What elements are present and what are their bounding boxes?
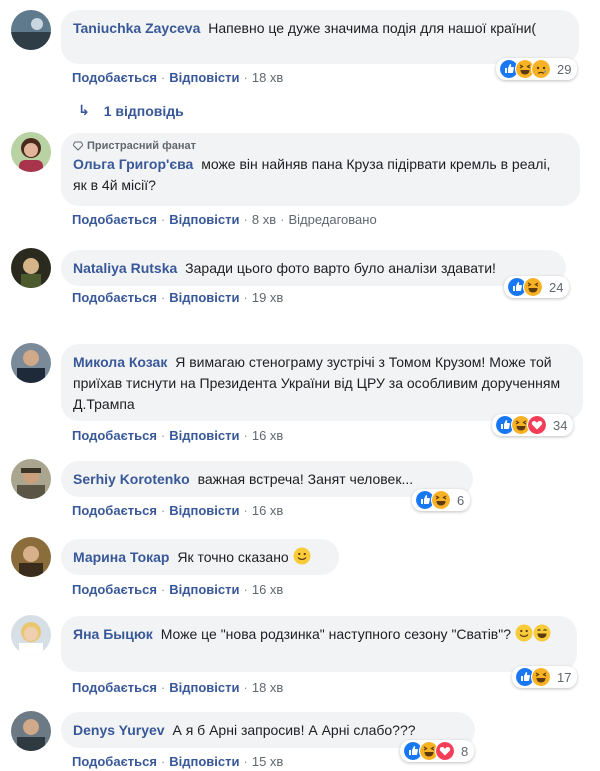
- reaction-summary[interactable]: 6: [412, 489, 471, 511]
- haha-reaction-icon: [531, 667, 551, 687]
- comment-author[interactable]: Микола Козак: [73, 354, 167, 370]
- reaction-count: 24: [549, 279, 564, 295]
- comment-actions: Подобається · Відповісти · 16 хв: [72, 582, 284, 597]
- edited-label[interactable]: Відредаговано: [288, 212, 376, 227]
- comment-text: Як точно сказано: [177, 549, 289, 565]
- reaction-count: 29: [557, 61, 572, 77]
- comment-bubble: Nataliya Rutska Заради цього фото варто …: [61, 250, 566, 286]
- comment-actions: Подобається · Відповісти · 18 хв: [72, 680, 284, 695]
- avatar[interactable]: [11, 132, 51, 172]
- reply-button[interactable]: Відповісти: [169, 290, 239, 305]
- reaction-summary[interactable]: 29: [496, 58, 578, 80]
- comment-actions: Подобається · Відповісти · 16 хв: [72, 503, 284, 518]
- reply-button[interactable]: Відповісти: [169, 680, 239, 695]
- reaction-count: 6: [457, 492, 465, 508]
- reply-button[interactable]: Відповісти: [169, 70, 239, 85]
- like-button[interactable]: Подобається: [72, 290, 157, 305]
- haha-reaction-icon: [431, 490, 451, 510]
- reaction-summary[interactable]: 8: [400, 740, 475, 762]
- timestamp[interactable]: 15 хв: [252, 754, 283, 769]
- comment-bubble: Taniuchka Zayceva Напевно це дуже значим…: [61, 10, 579, 64]
- like-button[interactable]: Подобається: [72, 754, 157, 769]
- comment-text: А я б Арні запросив! А Арні слабо???: [172, 722, 416, 738]
- reply-button[interactable]: Відповісти: [169, 503, 239, 518]
- avatar[interactable]: [11, 10, 51, 50]
- laugh-emoji-icon: [533, 624, 551, 642]
- reaction-count: 17: [557, 669, 572, 685]
- avatar[interactable]: [11, 343, 51, 383]
- timestamp[interactable]: 8 хв: [252, 212, 276, 227]
- comment-author[interactable]: Nataliya Rutska: [73, 260, 177, 276]
- timestamp[interactable]: 16 хв: [252, 503, 283, 518]
- avatar[interactable]: [11, 537, 51, 577]
- comment-text: Заради цього фото варто було аналізи зда…: [185, 260, 496, 276]
- love-reaction-icon: [527, 415, 547, 435]
- reply-arrow-icon: ↳: [78, 102, 90, 118]
- comment-author[interactable]: Serhiy Korotenko: [73, 471, 190, 487]
- comment-author[interactable]: Яна Быцюк: [73, 626, 153, 642]
- comment-author[interactable]: Марина Токар: [73, 549, 169, 565]
- smile-emoji-icon: [293, 547, 311, 565]
- comment-author[interactable]: Denys Yuryev: [73, 722, 165, 738]
- comment-text: Напевно це дуже значима подія для нашої …: [208, 20, 537, 36]
- diamond-icon: [73, 141, 83, 151]
- reaction-summary[interactable]: 24: [504, 276, 570, 298]
- reply-button[interactable]: Відповісти: [169, 428, 239, 443]
- comment-bubble: Serhiy Korotenko важная встреча! Занят ч…: [61, 461, 473, 497]
- like-button[interactable]: Подобається: [72, 70, 157, 85]
- like-button[interactable]: Подобається: [72, 503, 157, 518]
- love-reaction-icon: [435, 741, 455, 761]
- comment-actions: Подобається · Відповісти · 15 хв: [72, 754, 284, 769]
- comment-actions: Подобається · Відповісти · 8 хв · Відредагован…: [72, 212, 377, 227]
- timestamp[interactable]: 19 хв: [252, 290, 283, 305]
- comment-bubble: Пристрасний фанат Ольга Григор'єва може …: [61, 133, 580, 206]
- fan-badge: Пристрасний фанат: [73, 139, 568, 153]
- comment-bubble: Марина Токар Як точно сказано: [61, 539, 339, 575]
- comment-actions: Подобається · Відповісти · 19 хв: [72, 290, 284, 305]
- sad-reaction-icon: [531, 59, 551, 79]
- haha-reaction-icon: [523, 277, 543, 297]
- timestamp[interactable]: 16 хв: [252, 428, 283, 443]
- fan-badge-label: Пристрасний фанат: [87, 140, 196, 152]
- reaction-count: 34: [553, 417, 568, 433]
- avatar[interactable]: [11, 248, 51, 288]
- smile-emoji-icon: [515, 624, 533, 642]
- like-button[interactable]: Подобається: [72, 680, 157, 695]
- comment-bubble: Микола Козак Я вимагаю стенограму зустрі…: [61, 344, 583, 421]
- reply-button[interactable]: Відповісти: [169, 582, 239, 597]
- timestamp[interactable]: 16 хв: [252, 582, 283, 597]
- comment-actions: Подобається · Відповісти · 18 хв: [72, 70, 284, 85]
- reaction-summary[interactable]: 34: [492, 414, 574, 436]
- comment-text: Може це "нова родзинка" наступного сезон…: [160, 626, 512, 642]
- comment-actions: Подобається · Відповісти · 16 хв: [72, 428, 284, 443]
- like-button[interactable]: Подобається: [72, 212, 157, 227]
- comment-author[interactable]: Ольга Григор'єва: [73, 156, 193, 172]
- timestamp[interactable]: 18 хв: [252, 680, 283, 695]
- like-button[interactable]: Подобається: [72, 582, 157, 597]
- comment-author[interactable]: Taniuchka Zayceva: [73, 20, 200, 36]
- comment-bubble: Яна Быцюк Може це "нова родзинка" наступ…: [61, 616, 577, 672]
- view-replies-link[interactable]: ↳ 1 відповідь: [78, 102, 184, 119]
- avatar[interactable]: [11, 711, 51, 751]
- avatar[interactable]: [11, 615, 51, 655]
- timestamp[interactable]: 18 хв: [252, 70, 283, 85]
- replies-count: 1 відповідь: [103, 102, 184, 119]
- comment-text: важная встреча! Занят человек...: [197, 471, 414, 487]
- like-button[interactable]: Подобається: [72, 428, 157, 443]
- avatar[interactable]: [11, 459, 51, 499]
- reaction-summary[interactable]: 17: [512, 666, 578, 688]
- reply-button[interactable]: Відповісти: [169, 212, 239, 227]
- reply-button[interactable]: Відповісти: [169, 754, 239, 769]
- comments-feed: Taniuchka Zayceva Напевно це дуже значим…: [0, 0, 600, 771]
- reaction-count: 8: [461, 743, 469, 759]
